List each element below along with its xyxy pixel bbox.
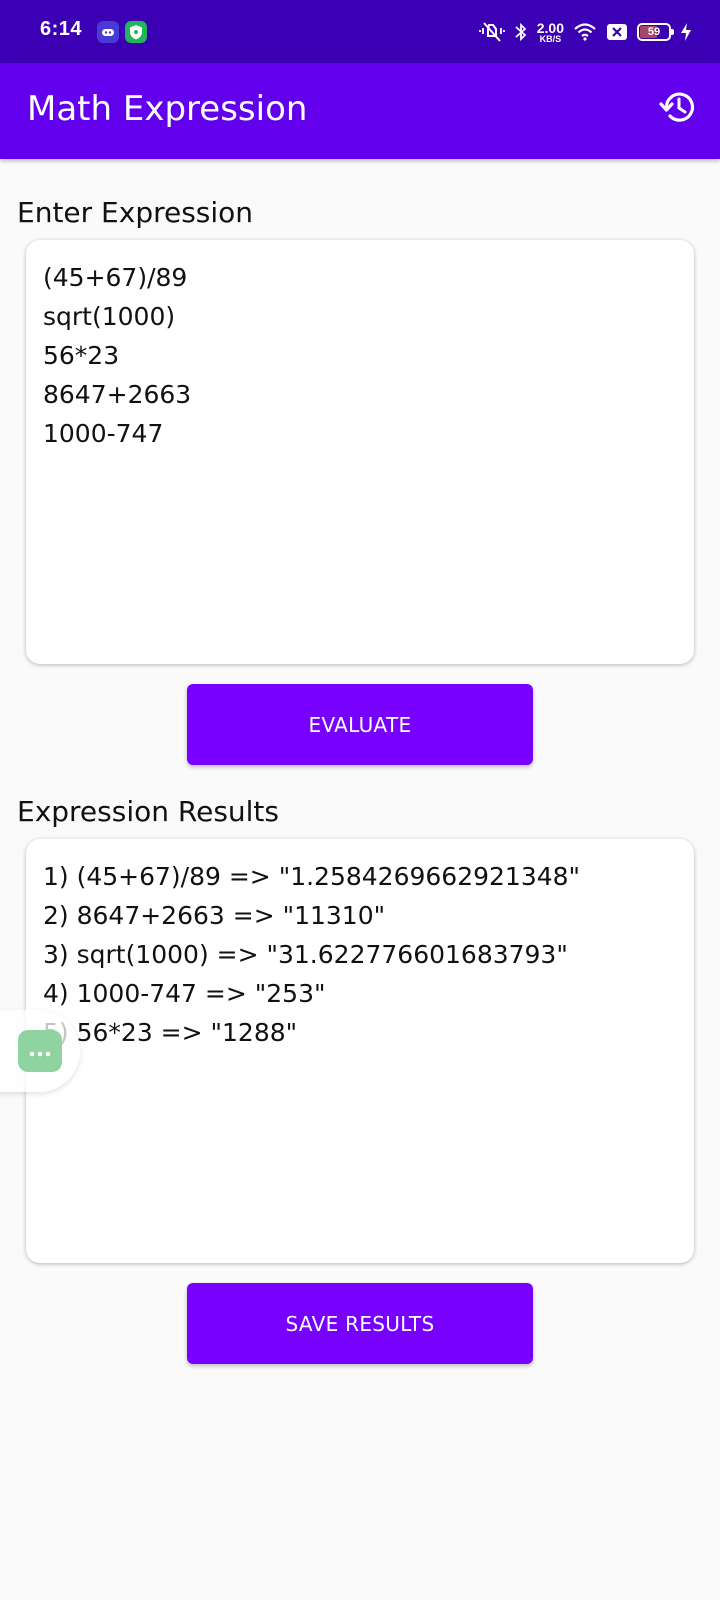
- more-dots-icon: [29, 1042, 51, 1061]
- battery-icon: 59: [637, 23, 674, 41]
- wifi-icon: [573, 22, 597, 42]
- battery-level: 59: [647, 26, 661, 38]
- net-speed-unit: KB/S: [539, 33, 562, 44]
- shield-app-icon: [125, 21, 147, 43]
- net-speed: 2.00 KB/S: [537, 21, 564, 44]
- sim-x-icon: [606, 23, 628, 41]
- status-time: 6:14: [40, 18, 83, 40]
- charging-icon: [680, 22, 692, 42]
- evaluate-button[interactable]: EVALUATE: [187, 684, 533, 765]
- mute-vibrate-icon: [478, 21, 505, 43]
- save-results-button[interactable]: SAVE RESULTS: [187, 1283, 533, 1364]
- net-speed-value: 2.00: [536, 19, 564, 36]
- status-bar: 6:14 2.00 KB/S 59: [0, 0, 720, 63]
- history-icon: [658, 87, 698, 131]
- expression-input[interactable]: (45+67)/89 sqrt(1000) 56*23 8647+2663 10…: [26, 240, 694, 664]
- app-title: Math Expression: [27, 89, 308, 129]
- game-icon: [97, 21, 119, 43]
- floating-chat-button[interactable]: [18, 1030, 62, 1072]
- history-button[interactable]: [656, 87, 700, 131]
- enter-expression-label: Enter Expression: [17, 196, 254, 229]
- expression-results-label: Expression Results: [17, 795, 279, 828]
- status-icons: 2.00 KB/S 59: [478, 14, 692, 50]
- app-bar: Math Expression: [0, 63, 720, 159]
- results-output[interactable]: 1) (45+67)/89 => "1.2584269662921348" 2)…: [26, 839, 694, 1263]
- bluetooth-icon: [514, 21, 528, 43]
